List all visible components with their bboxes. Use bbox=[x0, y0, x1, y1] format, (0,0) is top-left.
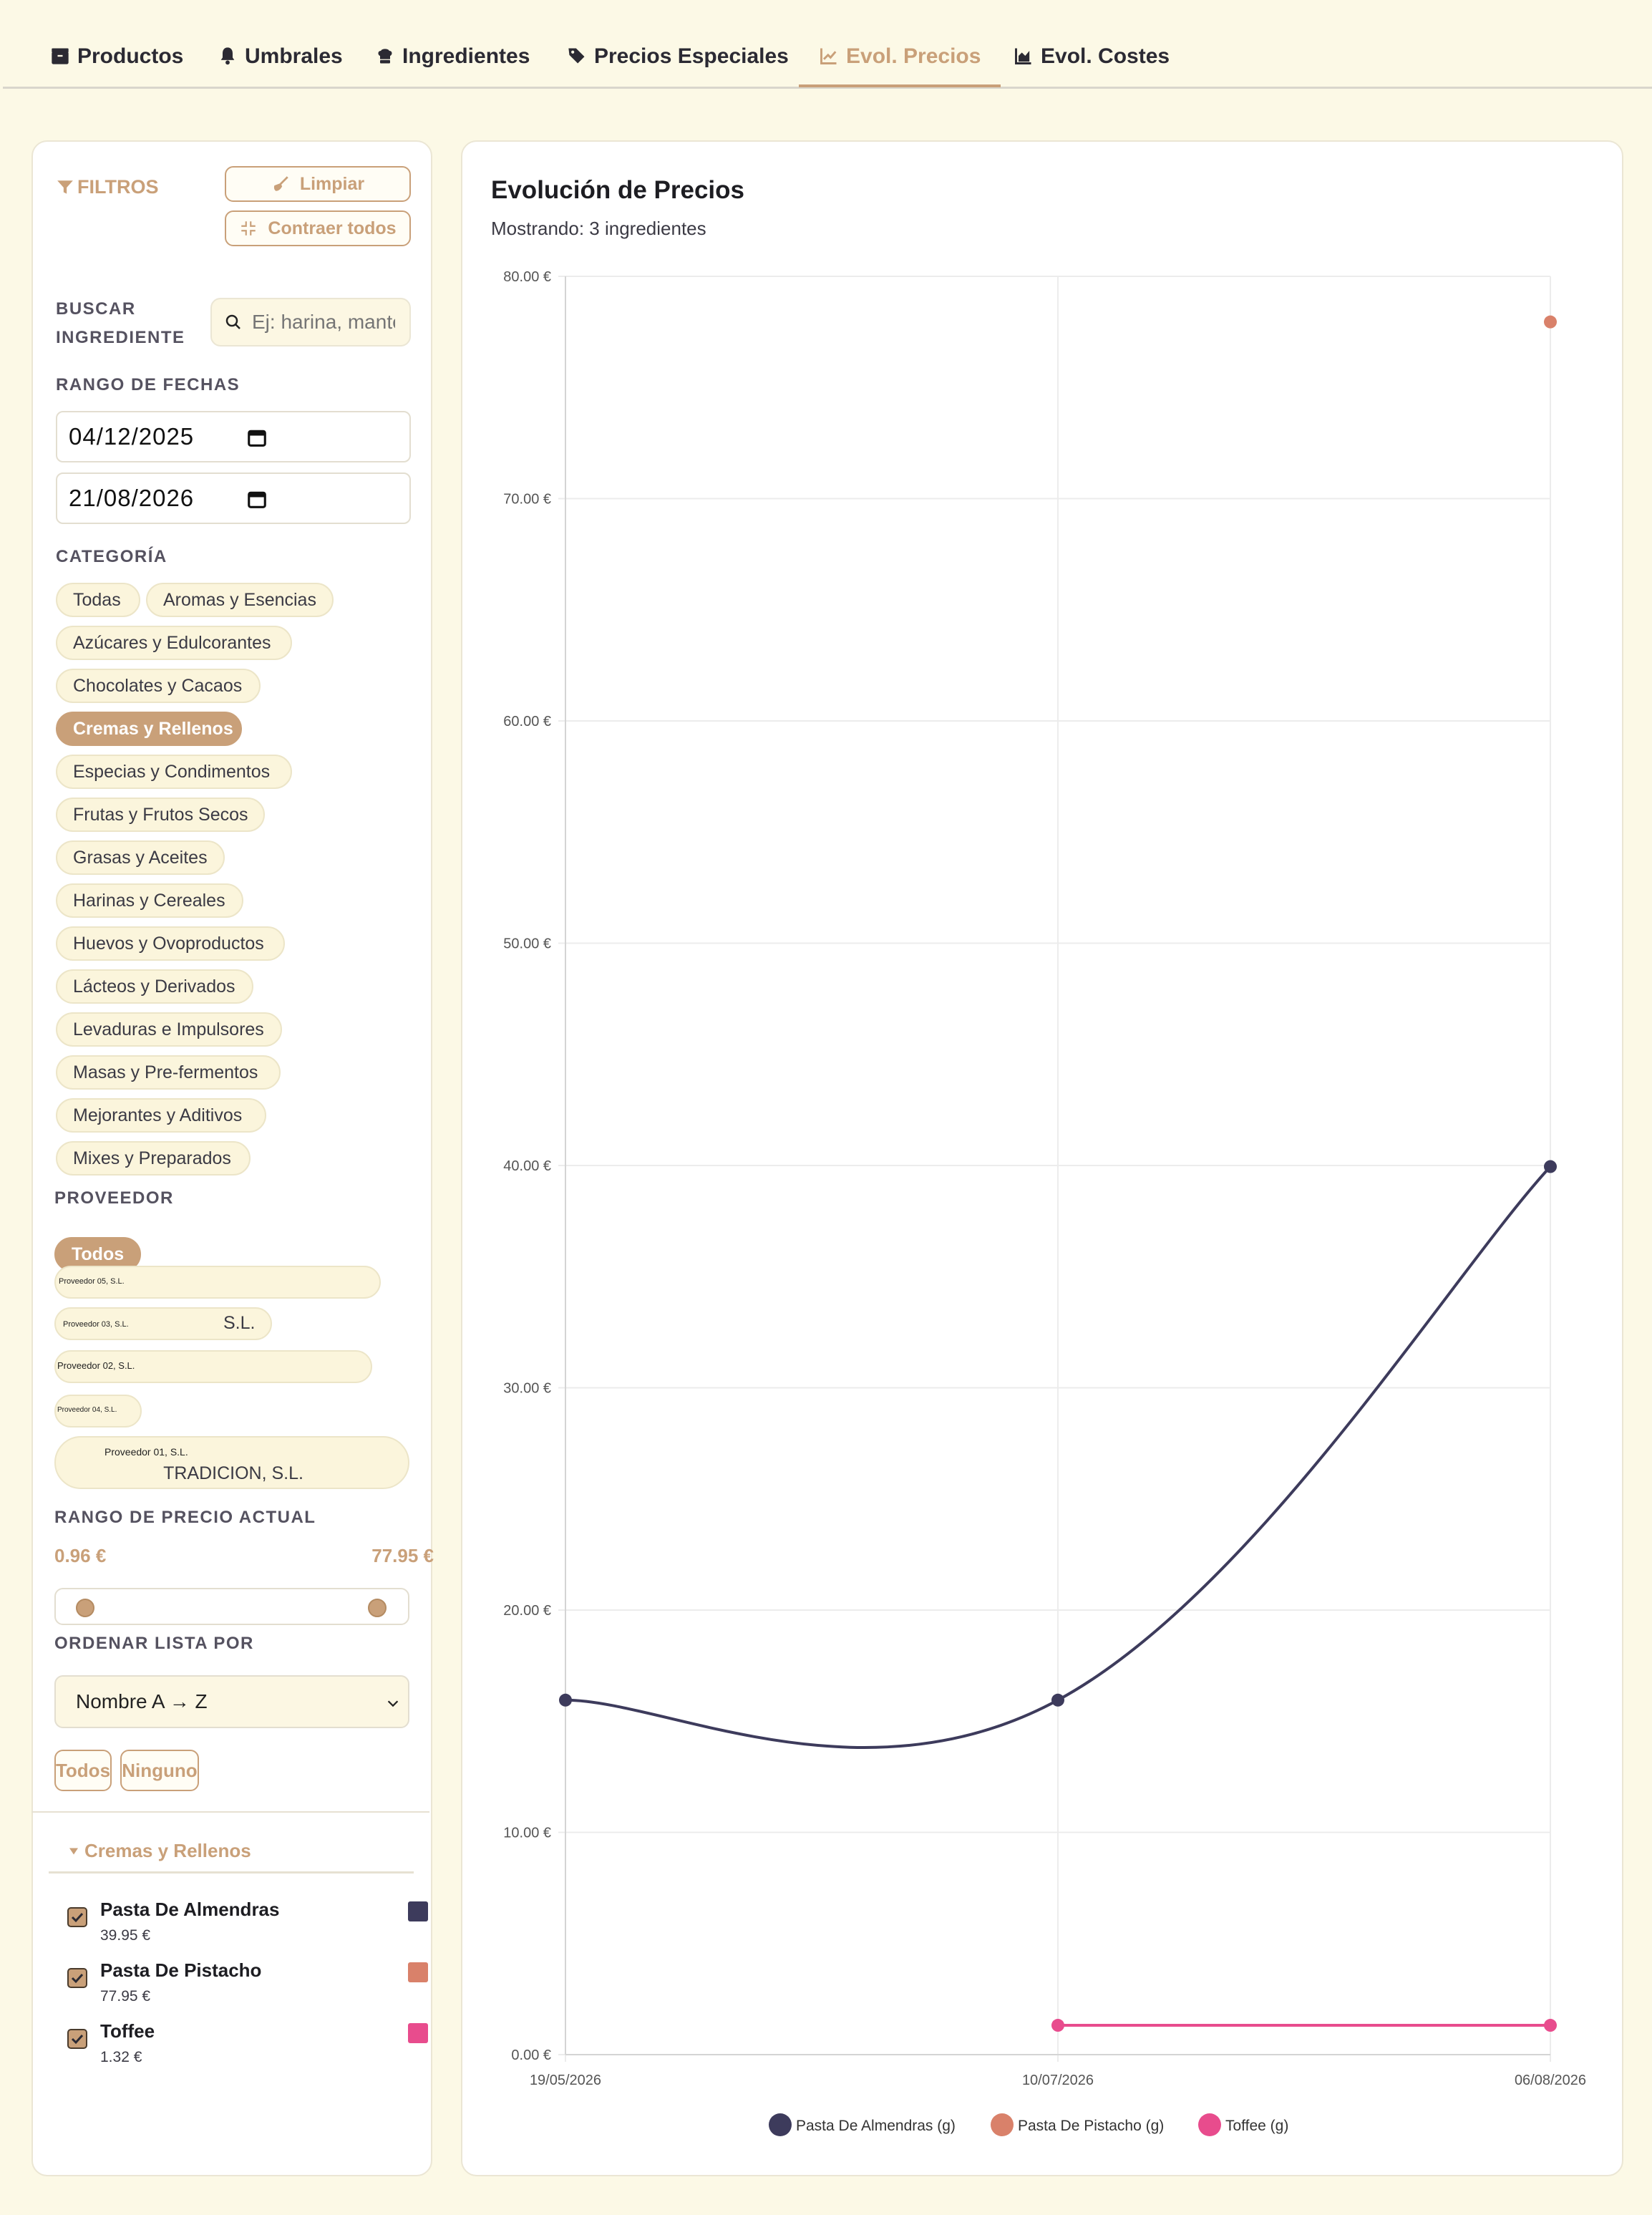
ingredient-item[interactable]: Toffee 1.32 € bbox=[67, 2013, 428, 2070]
ingredient-name: Pasta De Pistacho bbox=[100, 1959, 262, 1981]
ingredient-checkbox[interactable] bbox=[67, 1907, 87, 1927]
y-tick-label: 30.00 € bbox=[503, 1381, 551, 1397]
data-point bbox=[1051, 2019, 1064, 2032]
caret-down-icon bbox=[69, 1848, 78, 1854]
price-evolution-chart: 0.00 € 10.00 € 20.00 € 30.00 € 40.00 € 50.00 … bbox=[503, 269, 1586, 2136]
y-tick-label: 10.00 € bbox=[503, 1826, 551, 1841]
ingredient-name: Pasta De Almendras bbox=[100, 1899, 280, 1920]
bell-icon bbox=[220, 47, 235, 65]
price-range-slider[interactable] bbox=[54, 1588, 409, 1625]
y-tick-label: 20.00 € bbox=[503, 1603, 551, 1619]
box-icon bbox=[52, 48, 69, 64]
data-point bbox=[1544, 2019, 1557, 2032]
main-tabs: Productos Umbrales Ingredientes Precios … bbox=[3, 0, 1652, 89]
y-tick-label: 50.00 € bbox=[503, 936, 551, 952]
chart-card: Evolución de Precios Mostrando: 3 ingred… bbox=[461, 140, 1623, 2176]
tab-evol-costes[interactable]: Evol. Costes bbox=[1014, 36, 1170, 87]
ingredient-price: 1.32 € bbox=[100, 2049, 142, 2065]
ingredient-item[interactable]: Pasta De Almendras 39.95 € bbox=[67, 1891, 428, 1949]
chevron-down-icon bbox=[387, 1700, 399, 1707]
color-swatch bbox=[408, 1901, 428, 1921]
area-chart-icon bbox=[1015, 48, 1031, 64]
tab-umbrales[interactable]: Umbrales bbox=[218, 36, 343, 87]
ingredient-checkbox[interactable] bbox=[67, 1968, 87, 1988]
ingredient-price: 77.95 € bbox=[100, 1988, 151, 2005]
price-max: 77.95 € bbox=[371, 1545, 434, 1566]
ingredient-checkbox[interactable] bbox=[67, 2029, 87, 2049]
y-tick-label: 80.00 € bbox=[503, 269, 551, 285]
check-icon bbox=[71, 1912, 84, 1923]
range-max-handle[interactable] bbox=[368, 1599, 387, 1617]
tab-ingredientes[interactable]: Ingredientes bbox=[375, 36, 530, 87]
group-divider bbox=[49, 1871, 414, 1874]
x-tick-label: 10/07/2026 bbox=[1022, 2073, 1094, 2088]
check-icon bbox=[71, 1973, 84, 1984]
legend-label: Pasta De Pistacho (g) bbox=[1018, 2118, 1164, 2134]
select-none-button[interactable]: Ninguno bbox=[120, 1750, 199, 1791]
color-swatch bbox=[408, 1962, 428, 1982]
price-and-sort: RANGO DE PRECIO ACTUAL 0.96 € 77.95 € OR… bbox=[31, 140, 434, 2176]
legend-marker bbox=[769, 2113, 792, 2136]
legend-marker bbox=[1198, 2113, 1221, 2136]
tab-label: Evol. Precios bbox=[846, 44, 981, 68]
color-swatch bbox=[408, 2023, 428, 2043]
x-tick-label: 06/08/2026 bbox=[1515, 2073, 1586, 2088]
legend-marker bbox=[991, 2113, 1014, 2136]
data-point bbox=[1544, 1160, 1557, 1173]
y-tick-label: 70.00 € bbox=[503, 492, 551, 508]
tab-label: Umbrales bbox=[245, 44, 343, 68]
data-point bbox=[559, 1693, 572, 1707]
sort-select[interactable]: Nombre A → Z bbox=[54, 1675, 409, 1728]
data-point bbox=[1544, 315, 1557, 329]
sort-label: ORDENAR LISTA POR bbox=[54, 1634, 254, 1653]
tab-productos[interactable]: Productos bbox=[50, 36, 183, 87]
category-group-toggle[interactable]: Cremas y Rellenos bbox=[67, 1840, 251, 1862]
ingredient-item[interactable]: Pasta De Pistacho 77.95 € bbox=[67, 1952, 428, 2010]
data-point bbox=[1051, 1693, 1064, 1707]
divider bbox=[31, 1811, 429, 1813]
tags-icon bbox=[568, 48, 585, 64]
x-tick-label: 19/05/2026 bbox=[530, 2073, 601, 2088]
select-all-button[interactable]: Todos bbox=[54, 1750, 112, 1791]
y-tick-label: 0.00 € bbox=[511, 2047, 551, 2063]
ingredient-name: Toffee bbox=[100, 2020, 155, 2042]
range-min-handle[interactable] bbox=[76, 1599, 94, 1617]
y-tick-label: 40.00 € bbox=[503, 1158, 551, 1174]
price-range-label: RANGO DE PRECIO ACTUAL bbox=[54, 1508, 316, 1527]
tab-label: Ingredientes bbox=[402, 44, 530, 68]
legend-label: Toffee (g) bbox=[1225, 2118, 1288, 2134]
tab-label: Precios Especiales bbox=[594, 44, 789, 68]
check-icon bbox=[71, 2034, 84, 2045]
tab-evol-precios[interactable]: Evol. Precios bbox=[799, 36, 1001, 87]
ingredient-price: 39.95 € bbox=[100, 1927, 151, 1944]
legend-label: Pasta De Almendras (g) bbox=[796, 2118, 956, 2134]
line-chart-icon bbox=[820, 48, 837, 64]
chef-hat-icon bbox=[378, 49, 392, 64]
tab-label: Productos bbox=[77, 44, 184, 68]
tab-label: Evol. Costes bbox=[1041, 44, 1170, 68]
tab-precios-especiales[interactable]: Precios Especiales bbox=[567, 36, 789, 87]
price-min: 0.96 € bbox=[54, 1545, 107, 1566]
y-tick-label: 60.00 € bbox=[503, 714, 551, 730]
